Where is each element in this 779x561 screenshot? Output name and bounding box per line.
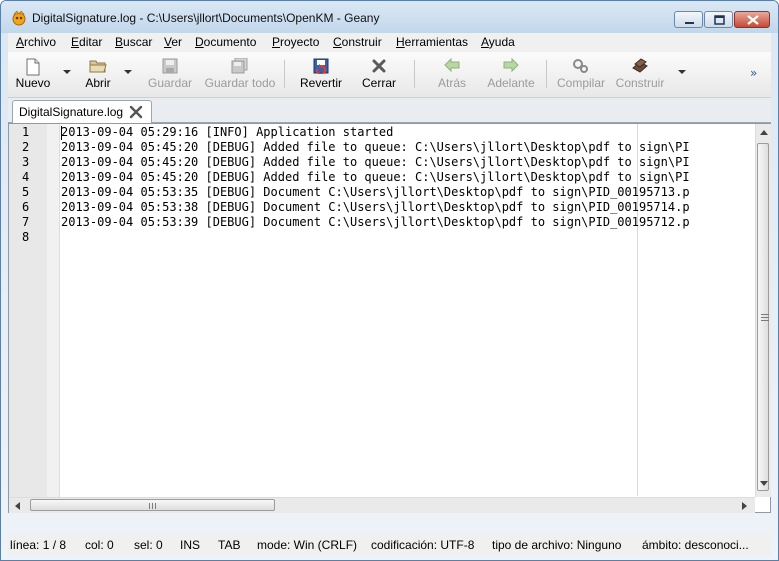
maximize-icon — [714, 15, 725, 25]
status-col: col: 0 — [85, 538, 114, 552]
menu-editar[interactable]: Editar — [71, 35, 102, 49]
compile-button[interactable]: Compilar — [554, 52, 608, 96]
status-tab: TAB — [218, 538, 241, 552]
close-window-button[interactable] — [734, 11, 770, 28]
close-file-button[interactable]: Cerrar — [357, 52, 401, 96]
line-number: 6 — [22, 200, 30, 214]
status-bar: línea: 1 / 8 col: 0 sel: 0 INS TAB mode:… — [8, 534, 771, 556]
tab-digitalsignature-log[interactable]: DigitalSignature.log — [12, 100, 152, 123]
vertical-scrollbar[interactable] — [755, 124, 771, 497]
toolbar-separator — [546, 60, 547, 88]
compile-icon — [573, 59, 588, 73]
line-number: 8 — [22, 230, 30, 244]
scroll-grip-line — [152, 503, 153, 509]
new-dropdown-arrow[interactable] — [63, 70, 71, 74]
line-number-gutter: 1 2 3 4 5 6 7 8 — [9, 124, 47, 512]
scroll-grip-line — [761, 317, 769, 318]
arrow-right-icon — [503, 58, 519, 72]
code-line[interactable]: 2013-09-04 05:29:16 [INFO] Application s… — [61, 125, 393, 139]
save-icon — [162, 58, 178, 74]
open-folder-icon — [89, 60, 107, 73]
status-filetype: tipo de archivo: Ninguno — [492, 538, 622, 552]
menu-archivo[interactable]: Archivo — [16, 35, 56, 49]
line-number: 4 — [22, 170, 30, 184]
toolbar-separator — [284, 60, 285, 88]
code-line[interactable]: 2013-09-04 05:53:39 [DEBUG] Document C:\… — [61, 215, 690, 229]
menu-ayuda[interactable]: Ayuda — [481, 35, 515, 49]
menu-buscar[interactable]: Buscar — [115, 35, 152, 49]
build-bricks-icon — [632, 58, 648, 73]
code-line[interactable]: 2013-09-04 05:53:35 [DEBUG] Document C:\… — [61, 185, 690, 199]
line-number: 7 — [22, 215, 30, 229]
revert-icon — [313, 58, 329, 74]
scroll-up-arrow[interactable] — [760, 130, 768, 135]
line-number: 5 — [22, 185, 30, 199]
menu-construir[interactable]: Construir — [333, 35, 382, 49]
window-title: DigitalSignature.log - C:\Users\jllort\D… — [32, 11, 380, 25]
scroll-right-arrow[interactable] — [742, 502, 747, 510]
toolbar: Nuevo Abrir Guardar Guardar todo Reverti… — [8, 52, 771, 98]
code-line[interactable]: 2013-09-04 05:45:20 [DEBUG] Added file t… — [61, 170, 690, 184]
fold-margin[interactable] — [47, 124, 60, 512]
menu-ver[interactable]: Ver — [164, 35, 182, 49]
line-number: 1 — [22, 125, 30, 139]
line-number: 2 — [22, 140, 30, 154]
title-bar[interactable]: DigitalSignature.log - C:\Users\jllort\D… — [1, 1, 778, 33]
status-mode: mode: Win (CRLF) — [257, 538, 358, 552]
scroll-grip-line — [761, 320, 769, 321]
maximize-button[interactable] — [704, 11, 733, 28]
horizontal-scrollbar[interactable] — [9, 497, 755, 513]
menu-bar: Archivo Editar Buscar Ver Documento Proy… — [8, 33, 771, 52]
close-icon — [747, 15, 759, 25]
revert-button[interactable]: Revertir — [296, 52, 346, 96]
status-sel: sel: 0 — [134, 538, 163, 552]
scroll-grip-line — [155, 503, 156, 509]
minimize-icon — [685, 22, 694, 24]
build-dropdown-arrow[interactable] — [678, 70, 686, 74]
tab-close-icon[interactable] — [129, 105, 143, 119]
menu-proyecto[interactable]: Proyecto — [272, 35, 319, 49]
code-line[interactable]: 2013-09-04 05:45:20 [DEBUG] Added file t… — [61, 140, 690, 154]
new-file-icon — [26, 58, 40, 76]
menu-herramientas[interactable]: Herramientas — [396, 35, 468, 49]
vertical-scroll-thumb[interactable] — [757, 143, 769, 491]
scroll-grip-line — [761, 314, 769, 315]
toolbar-overflow-button[interactable]: » — [750, 66, 757, 80]
open-dropdown-arrow[interactable] — [124, 70, 132, 74]
save-all-button[interactable]: Guardar todo — [203, 52, 277, 96]
status-scope: ámbito: desconoci... — [642, 538, 749, 552]
code-line[interactable]: 2013-09-04 05:45:20 [DEBUG] Added file t… — [61, 155, 690, 169]
minimize-button[interactable] — [674, 11, 703, 28]
new-button[interactable]: Nuevo — [11, 52, 55, 96]
save-button[interactable]: Guardar — [144, 52, 196, 96]
open-button[interactable]: Abrir — [78, 52, 118, 96]
code-line[interactable]: 2013-09-04 05:53:38 [DEBUG] Document C:\… — [61, 200, 690, 214]
scroll-left-arrow[interactable] — [15, 502, 20, 510]
status-ins: INS — [180, 538, 201, 552]
horizontal-scroll-thumb[interactable] — [30, 499, 275, 511]
save-all-icon — [231, 58, 248, 74]
geany-window: DigitalSignature.log - C:\Users\jllort\D… — [0, 0, 779, 561]
back-button[interactable]: Atrás — [430, 52, 474, 96]
close-file-icon — [372, 59, 386, 73]
menu-documento[interactable]: Documento — [195, 35, 256, 49]
build-button[interactable]: Construir — [613, 52, 667, 96]
code-editor[interactable]: 1 2 3 4 5 6 7 8 2013-09-04 05:29:16 [INF… — [8, 123, 771, 513]
toolbar-separator — [414, 60, 415, 88]
arrow-left-icon — [444, 58, 460, 72]
geany-app-icon — [12, 10, 26, 26]
document-tabs: DigitalSignature.log — [8, 98, 771, 123]
forward-button[interactable]: Adelante — [483, 52, 539, 96]
line-number: 3 — [22, 155, 30, 169]
scroll-down-arrow[interactable] — [760, 481, 768, 486]
status-line: línea: 1 / 8 — [10, 538, 67, 552]
status-encoding: codificación: UTF-8 — [371, 538, 475, 552]
tab-label: DigitalSignature.log — [19, 105, 124, 119]
scroll-grip-line — [149, 503, 150, 509]
